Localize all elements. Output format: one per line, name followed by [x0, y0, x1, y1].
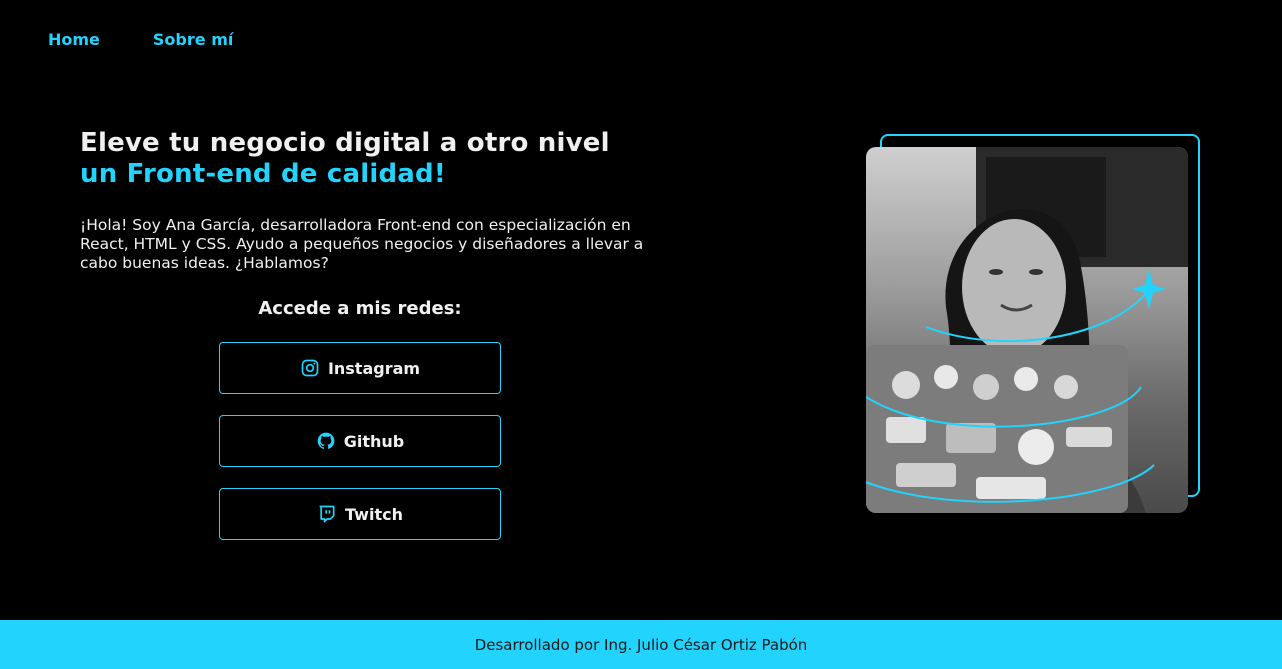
page-footer: Desarrollado por Ing. Julio César Ortiz … [0, 620, 1282, 669]
github-icon [317, 432, 335, 449]
social-title: Accede a mis redes: [258, 298, 462, 319]
twitch-label: Twitch [345, 504, 403, 524]
headline-line-2: un Front-end de calidad! [80, 159, 446, 189]
nav-home-link[interactable]: Home [48, 30, 100, 49]
main-nav: Home Sobre mí [48, 30, 233, 49]
profile-photo-illustration [866, 147, 1188, 513]
profile-photo-block [866, 134, 1200, 514]
nav-about-link[interactable]: Sobre mí [153, 30, 233, 49]
instagram-label: Instagram [327, 358, 421, 378]
instagram-button[interactable]: Instagram [219, 342, 501, 394]
instagram-icon [301, 359, 319, 377]
github-button[interactable]: Github [219, 415, 501, 467]
intro-paragraph: ¡Hola! Soy Ana García, desarrolladora Fr… [80, 216, 644, 272]
footer-credit: Desarrollado por Ing. Julio César Ortiz … [474, 635, 808, 654]
hero-headline: Eleve tu negocio digital a otro nivel un… [80, 128, 650, 190]
github-label: Github [343, 431, 405, 451]
twitch-icon [319, 505, 335, 523]
hero-section: Eleve tu negocio digital a otro nivel un… [80, 128, 650, 273]
headline-line-1: Eleve tu negocio digital a otro nivel [80, 128, 610, 158]
profile-photo [866, 147, 1188, 513]
twitch-button[interactable]: Twitch [219, 488, 501, 540]
